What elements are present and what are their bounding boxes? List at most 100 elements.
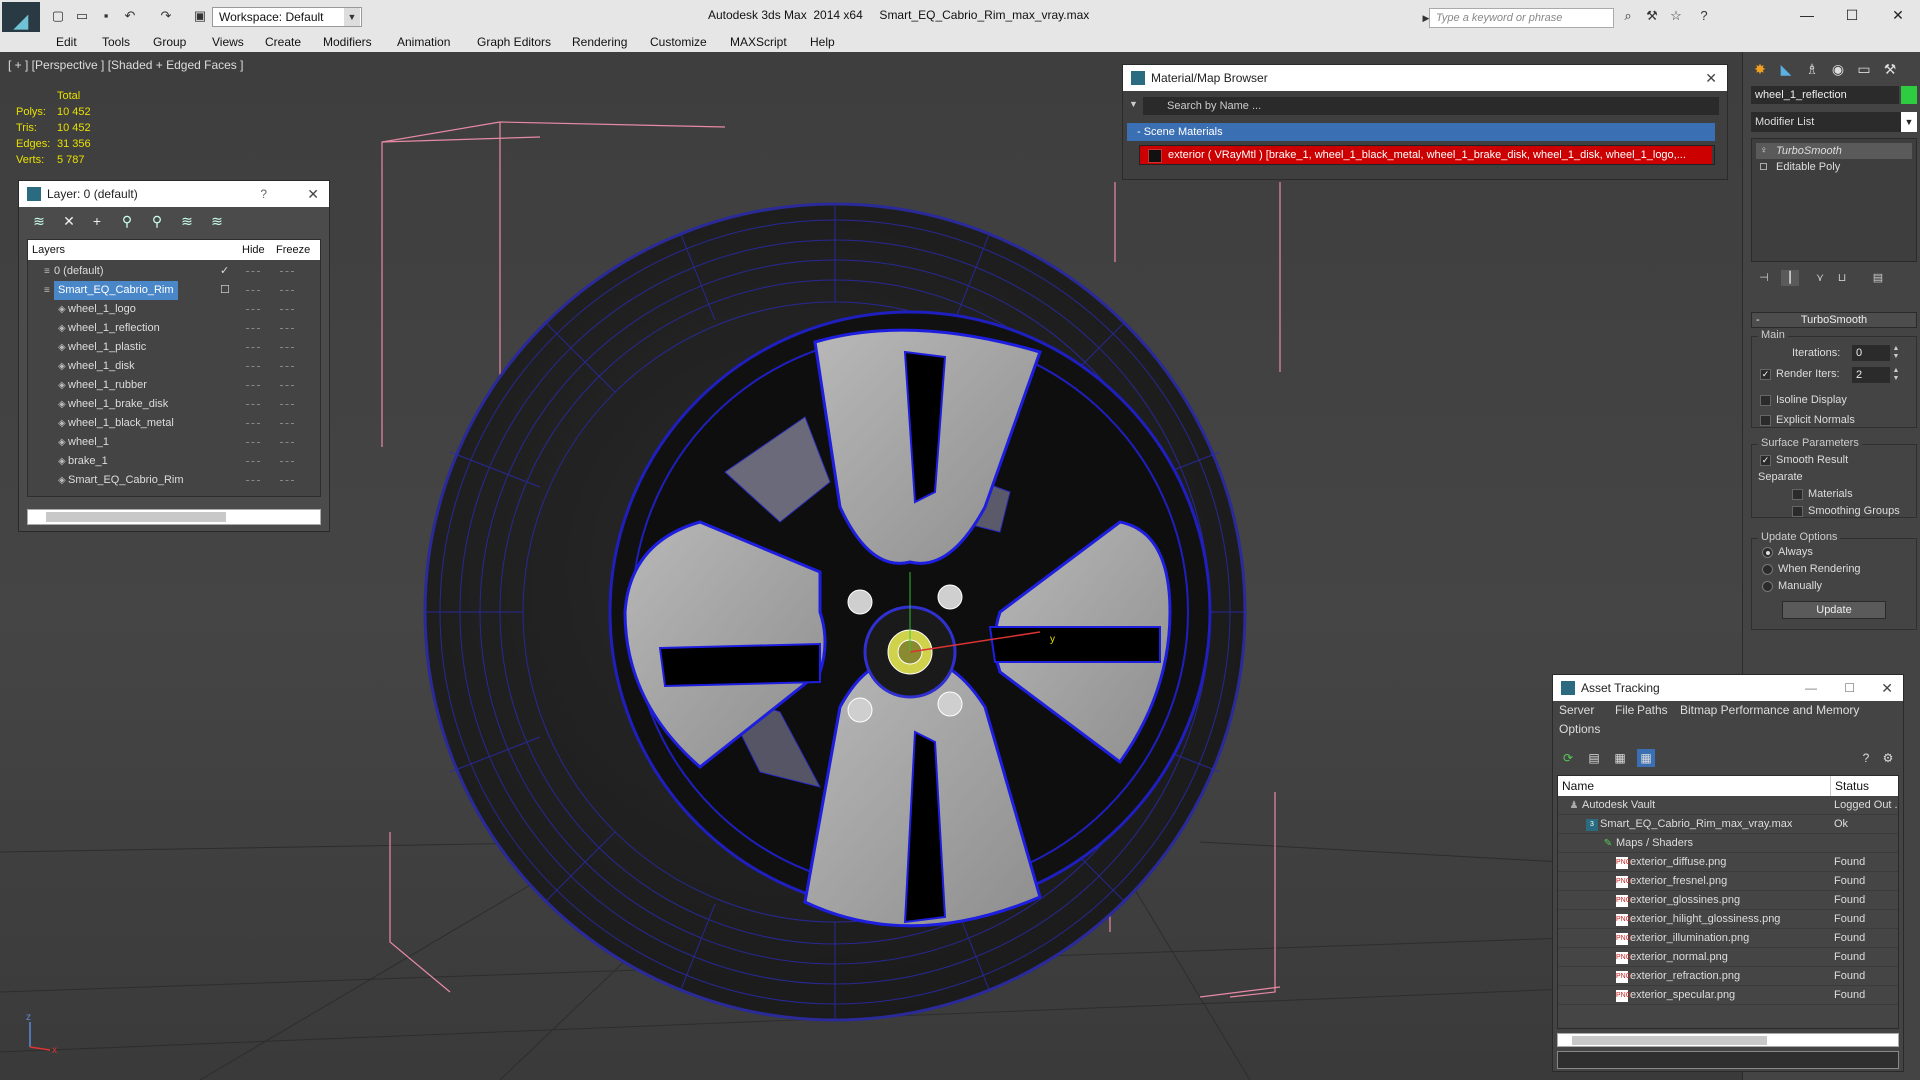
layer-row[interactable]: ≡ Smart_EQ_Cabrio_Rim ☐ <box>28 281 320 300</box>
scrollbar-thumb[interactable] <box>46 512 226 522</box>
options-dropdown-icon[interactable]: ▼ <box>1129 99 1138 109</box>
object-name-field[interactable]: wheel_1_reflection <box>1751 86 1899 104</box>
asset-row[interactable]: 3 Smart_EQ_Cabrio_Rim_max_vray.max Ok <box>1558 815 1898 834</box>
close-window-button[interactable]: ✕ <box>1886 4 1910 26</box>
render-iters-checkbox[interactable]: ✓ <box>1760 369 1771 380</box>
menu-graph-editors[interactable]: Graph Editors <box>477 34 551 50</box>
menu-file[interactable]: File <box>1615 703 1634 717</box>
viewport-label[interactable]: [ + ] [Perspective ] [Shaded + Edged Fac… <box>8 58 243 72</box>
workspace-dropdown[interactable]: Workspace: Default <box>212 7 362 27</box>
scrollbar-thumb[interactable] <box>1572 1036 1767 1045</box>
menu-tools[interactable]: Tools <box>102 34 130 50</box>
light-bulb-icon[interactable]: ♀ <box>1760 143 1768 159</box>
column-status[interactable]: Status <box>1830 776 1869 796</box>
current-layer-checkbox[interactable]: ☐ <box>220 281 230 300</box>
freeze-toggle[interactable] <box>280 347 294 348</box>
column-layers[interactable]: Layers <box>32 240 65 260</box>
layer-row[interactable]: ◈ wheel_1_plastic <box>28 338 320 357</box>
hide-toggle[interactable] <box>246 480 260 481</box>
layer-row[interactable]: ◈ wheel_1_black_metal <box>28 414 320 433</box>
favorites-star-icon[interactable]: ☆ <box>1668 8 1684 24</box>
maximize-window-button[interactable]: ☐ <box>1840 4 1864 26</box>
hide-toggle[interactable] <box>246 271 260 272</box>
separate-smoothing-groups-checkbox[interactable] <box>1792 506 1803 517</box>
close-icon[interactable]: ✕ <box>1881 675 1893 701</box>
freeze-toggle[interactable] <box>280 480 294 481</box>
object-color-swatch[interactable] <box>1901 86 1917 104</box>
add-to-layer-icon[interactable]: + <box>89 213 105 229</box>
asset-row[interactable]: PNG exterior_refraction.png Found <box>1558 967 1898 986</box>
make-unique-icon[interactable]: ⋎ <box>1811 270 1829 286</box>
expand-box-icon[interactable] <box>1760 163 1767 170</box>
hide-toggle[interactable] <box>246 404 260 405</box>
update-always-radio[interactable] <box>1762 547 1773 558</box>
asset-row[interactable]: ♟ Autodesk Vault Logged Out ... <box>1558 796 1898 815</box>
update-manually-radio[interactable] <box>1762 581 1773 592</box>
render-iters-spinner[interactable]: 2 <box>1852 367 1890 383</box>
separate-materials-checkbox[interactable] <box>1792 489 1803 500</box>
create-layer-icon[interactable]: ≋ <box>31 213 47 229</box>
minimize-window-button[interactable]: — <box>1795 4 1819 26</box>
layer-row[interactable]: ◈ Smart_EQ_Cabrio_Rim <box>28 471 320 490</box>
modifier-list-dropdown[interactable]: Modifier List ▼ <box>1751 112 1917 132</box>
menu-group[interactable]: Group <box>153 34 186 50</box>
configure-modifier-sets-icon[interactable]: ▤ <box>1869 270 1887 286</box>
hide-toggle[interactable] <box>246 347 260 348</box>
asset-row[interactable]: PNG exterior_diffuse.png Found <box>1558 853 1898 872</box>
hide-toggle[interactable] <box>246 461 260 462</box>
freeze-toggle[interactable] <box>280 290 294 291</box>
asset-row[interactable]: ✎ Maps / Shaders <box>1558 834 1898 853</box>
layer-row[interactable]: ◈ wheel_1_brake_disk <box>28 395 320 414</box>
menu-edit[interactable]: Edit <box>56 34 77 50</box>
tree-view-icon[interactable]: ▦ <box>1611 749 1629 767</box>
freeze-toggle[interactable] <box>280 385 294 386</box>
column-name[interactable]: Name <box>1562 776 1594 796</box>
horizontal-scrollbar[interactable] <box>27 509 321 525</box>
motion-tab-icon[interactable]: ◉ <box>1827 58 1849 80</box>
freeze-toggle[interactable] <box>280 404 294 405</box>
hierarchy-tab-icon[interactable]: ♗ <box>1801 58 1823 80</box>
asset-row[interactable]: PNG exterior_fresnel.png Found <box>1558 872 1898 891</box>
spinner-arrows-icon[interactable]: ▲ ▼ <box>1892 345 1900 361</box>
asset-row[interactable]: PNG exterior_hilight_glossiness.png Found <box>1558 910 1898 929</box>
hide-toggle[interactable] <box>246 385 260 386</box>
open-file-icon[interactable]: ▭ <box>74 8 90 24</box>
help-icon[interactable]: ? <box>260 181 267 207</box>
remove-modifier-icon[interactable]: ⊔ <box>1833 270 1851 286</box>
menu-options[interactable]: Options <box>1559 722 1600 736</box>
redo-icon[interactable]: ↷ <box>158 8 174 24</box>
menu-help[interactable]: Help <box>810 34 835 50</box>
utilities-tab-icon[interactable]: ⚒ <box>1879 58 1901 80</box>
column-hide[interactable]: Hide <box>242 240 265 260</box>
list-view-icon[interactable]: ▤ <box>1585 749 1603 767</box>
modify-tab-icon[interactable]: ◣ <box>1775 58 1797 80</box>
keyword-search-input[interactable]: Type a keyword or phrase <box>1429 8 1614 28</box>
help-info-icon[interactable]: ? <box>1857 749 1875 767</box>
hide-toggle[interactable] <box>246 309 260 310</box>
spinner-arrows-icon[interactable]: ▲ ▼ <box>1892 367 1900 383</box>
freeze-toggle[interactable] <box>280 309 294 310</box>
minimize-icon[interactable]: — <box>1805 675 1817 701</box>
refresh-icon[interactable]: ⟳ <box>1559 749 1577 767</box>
asset-row[interactable]: PNG exterior_normal.png Found <box>1558 948 1898 967</box>
asset-row[interactable]: PNG exterior_illumination.png Found <box>1558 929 1898 948</box>
freeze-toggle[interactable] <box>280 461 294 462</box>
asset-tracking-titlebar[interactable]: Asset Tracking — ☐ ✕ <box>1553 675 1903 701</box>
menu-paths[interactable]: Paths <box>1637 703 1668 717</box>
isoline-display-checkbox[interactable] <box>1760 395 1771 406</box>
maximize-icon[interactable]: ☐ <box>1844 675 1855 701</box>
settings-icon[interactable]: ⚙ <box>1879 749 1897 767</box>
horizontal-scrollbar[interactable] <box>1557 1033 1899 1047</box>
menu-customize[interactable]: Customize <box>650 34 707 50</box>
column-freeze[interactable]: Freeze <box>276 240 310 260</box>
menu-rendering[interactable]: Rendering <box>572 34 627 50</box>
project-folder-icon[interactable]: ▣ <box>192 8 208 24</box>
menu-create[interactable]: Create <box>265 34 301 50</box>
material-browser-titlebar[interactable]: Material/Map Browser ✕ <box>1123 65 1727 91</box>
asset-row[interactable]: PNG exterior_glossines.png Found <box>1558 891 1898 910</box>
hide-toggle[interactable] <box>246 290 260 291</box>
menu-maxscript[interactable]: MAXScript <box>730 34 787 50</box>
binoculars-icon[interactable]: ⌕ <box>1620 8 1636 24</box>
display-tab-icon[interactable]: ▭ <box>1853 58 1875 80</box>
material-search-input[interactable]: Search by Name ... <box>1143 97 1719 115</box>
